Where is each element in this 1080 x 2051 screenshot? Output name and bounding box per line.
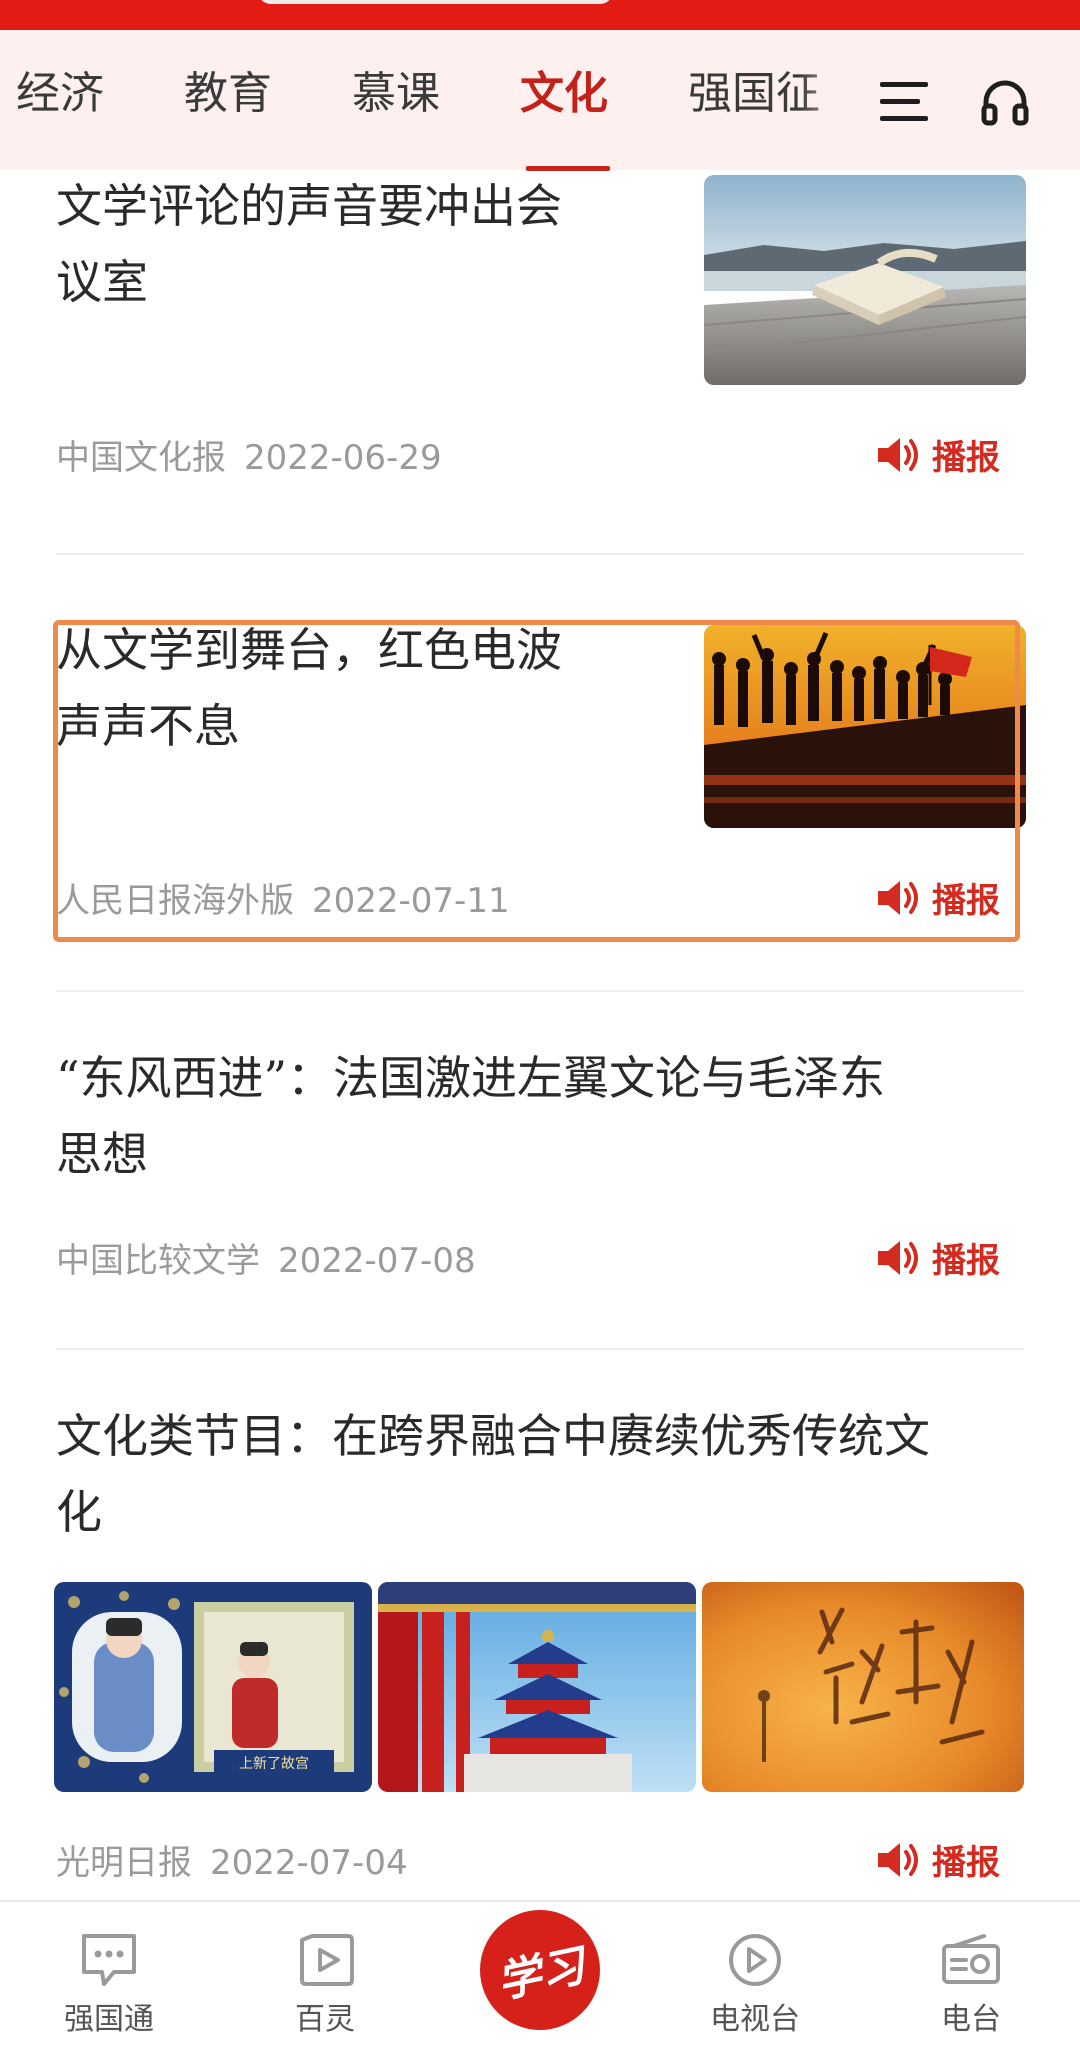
tab-scroll-fade xyxy=(800,60,860,170)
broadcast-label: 播报 xyxy=(932,438,1000,478)
speaker-icon xyxy=(878,437,918,472)
article-source: 人民日报海外版 xyxy=(56,881,294,921)
nav-qiangguotong[interactable]: 强国通 xyxy=(44,1932,174,2038)
tab-mooc[interactable]: 慕课 xyxy=(352,72,440,116)
short-video-icon xyxy=(300,1934,354,1986)
nav-tv[interactable]: 电视台 xyxy=(690,1932,820,2038)
article-meta: 中国文化报 2022-06-29 xyxy=(56,430,442,479)
xuexi-logo-text: 学习 xyxy=(492,1940,590,2009)
broadcast-button[interactable]: 播报 xyxy=(876,430,1000,479)
article-meta: 中国比较文学 2022-07-08 xyxy=(56,1233,476,1282)
article-date: 2022-07-04 xyxy=(210,1843,408,1883)
article-source: 中国比较文学 xyxy=(56,1241,260,1281)
tab-economy[interactable]: 经济 xyxy=(16,72,104,116)
temple-of-heaven-thumbnail[interactable] xyxy=(378,1582,696,1792)
nav-label: 电台 xyxy=(941,2002,1001,2037)
palace-caption: 上新了故宫 xyxy=(239,1756,309,1772)
article-meta: 人民日报海外版 2022-07-11 xyxy=(56,873,510,922)
divider xyxy=(56,553,1024,555)
article-date: 2022-07-08 xyxy=(278,1241,476,1281)
nav-label: 百灵 xyxy=(295,2002,355,2037)
calligraphy-poster-thumbnail[interactable] xyxy=(702,1582,1024,1792)
search-bar[interactable] xyxy=(258,0,613,4)
chat-bubble-icon xyxy=(82,1934,136,1986)
tab-education[interactable]: 教育 xyxy=(184,72,272,116)
divider xyxy=(56,1348,1024,1350)
article-title[interactable]: 从文学到舞台，红色电波 声声不息 xyxy=(56,612,656,764)
status-bar xyxy=(0,0,1080,30)
article-date: 2022-06-29 xyxy=(244,438,442,478)
broadcast-button[interactable]: 播报 xyxy=(876,873,1000,922)
nav-label: 电视台 xyxy=(710,2002,800,2037)
article-meta: 光明日报 2022-07-04 xyxy=(56,1835,408,1884)
broadcast-button[interactable]: 播报 xyxy=(876,1835,1000,1884)
broadcast-label: 播报 xyxy=(932,881,1000,921)
menu-icon[interactable] xyxy=(880,80,930,124)
article-title[interactable]: 文学评论的声音要冲出会 议室 xyxy=(56,168,656,320)
nav-label: 强国通 xyxy=(64,2002,154,2037)
article-date: 2022-07-11 xyxy=(312,881,510,921)
divider xyxy=(56,990,1024,992)
speaker-icon xyxy=(878,1240,918,1275)
nav-bailing[interactable]: 百灵 xyxy=(260,1932,390,2038)
radio-icon xyxy=(942,1934,1000,1984)
xuexi-home-button[interactable]: 学习 xyxy=(480,1910,600,2030)
speaker-icon xyxy=(878,1842,918,1877)
broadcast-button[interactable]: 播报 xyxy=(876,1233,1000,1282)
book-on-pier-thumbnail[interactable] xyxy=(704,175,1026,385)
tab-culture[interactable]: 文化 xyxy=(520,72,608,116)
play-circle-icon xyxy=(729,1934,781,1986)
speaker-icon xyxy=(878,880,918,915)
palace-drama-thumbnail[interactable]: 上新了故宫 xyxy=(54,1582,372,1792)
nav-radio[interactable]: 电台 xyxy=(906,1932,1036,2038)
broadcast-label: 播报 xyxy=(932,1241,1000,1281)
article-title[interactable]: 文化类节目：在跨界融合中赓续优秀传统文 化 xyxy=(56,1398,1024,1550)
headphone-icon[interactable] xyxy=(980,78,1030,126)
article-title[interactable]: “东风西进”：法国激进左翼文论与毛泽东 思想 xyxy=(56,1040,1024,1192)
red-wave-stage-thumbnail[interactable] xyxy=(704,625,1026,828)
broadcast-label: 播报 xyxy=(932,1843,1000,1883)
article-source: 光明日报 xyxy=(56,1843,192,1883)
article-source: 中国文化报 xyxy=(56,438,226,478)
